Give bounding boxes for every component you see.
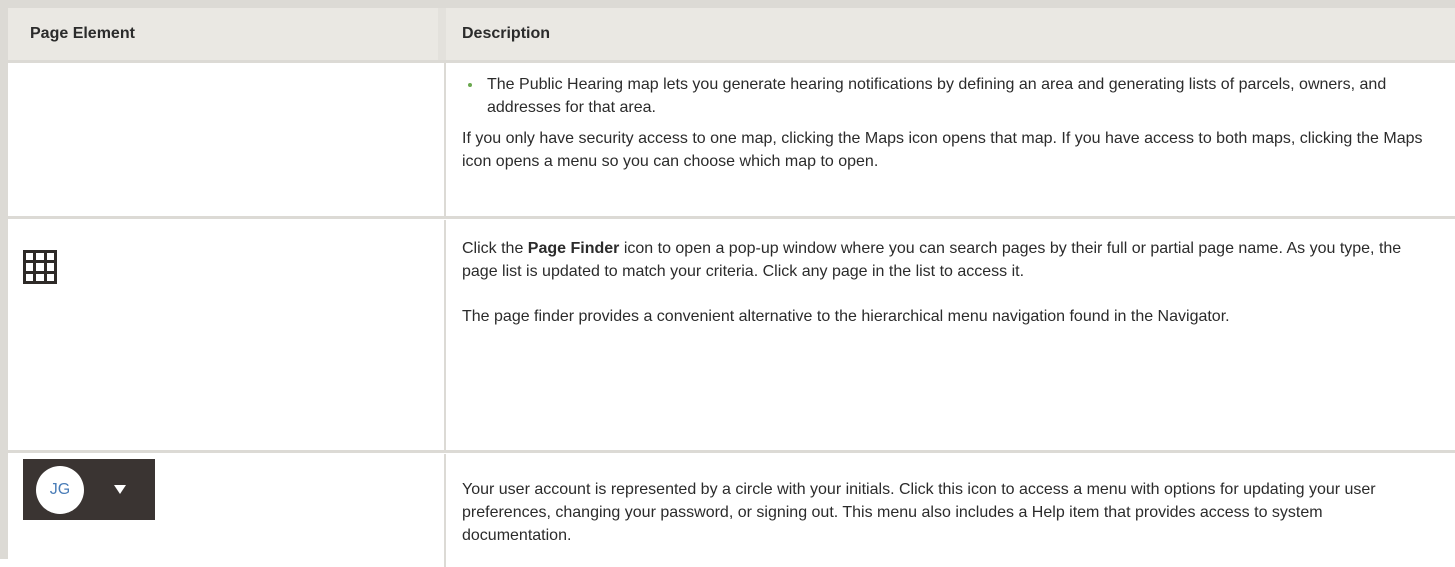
page-element-table: Page Element Description The Public Hear… xyxy=(0,0,1455,567)
description-paragraph: The page finder provides a convenient al… xyxy=(462,308,1230,325)
page-finder-term: Page Finder xyxy=(527,240,620,257)
description-cell: Click the Page Finder icon to open a pop… xyxy=(446,220,1455,450)
row-divider xyxy=(8,450,1455,453)
table-row: The Public Hearing map lets you generate… xyxy=(8,63,1455,216)
list-item: The Public Hearing map lets you generate… xyxy=(462,73,1435,119)
header-page-element: Page Element xyxy=(30,25,135,42)
page-element-cell xyxy=(8,220,438,450)
description-cell: Your user account is represented by a ci… xyxy=(446,454,1455,567)
avatar: JG xyxy=(36,466,84,514)
user-avatar-icon: JG xyxy=(23,459,155,520)
grid-icon xyxy=(23,250,57,284)
caret-down-icon xyxy=(114,485,126,494)
row-divider xyxy=(8,216,1455,219)
description-paragraph: Your user account is represented by a ci… xyxy=(462,481,1376,544)
page-element-cell: JG xyxy=(8,454,438,567)
table-row: JG Your user account is represented by a… xyxy=(8,454,1455,567)
description-paragraph: If you only have security access to one … xyxy=(462,130,1423,170)
page-element-cell xyxy=(8,63,438,216)
description-paragraph: Click the Page Finder icon to open a pop… xyxy=(462,240,1402,280)
description-cell: The Public Hearing map lets you generate… xyxy=(446,63,1455,216)
table-header-row: Page Element Description xyxy=(8,8,1455,60)
table-row: Click the Page Finder icon to open a pop… xyxy=(8,220,1455,450)
header-divider xyxy=(438,8,446,60)
header-description: Description xyxy=(462,25,551,42)
